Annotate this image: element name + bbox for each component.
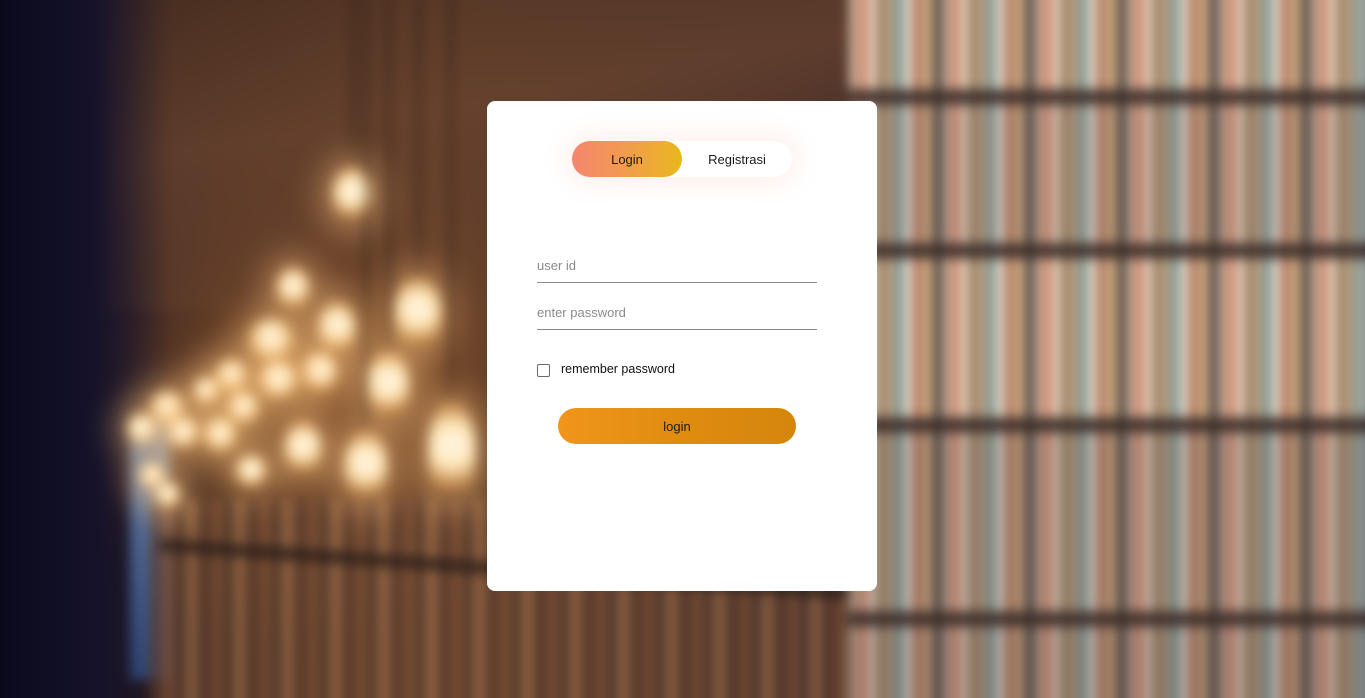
password-input[interactable]	[537, 295, 817, 330]
login-submit-button[interactable]: login	[558, 408, 796, 444]
remember-password-label: remember password	[561, 361, 675, 376]
login-card: Login Registrasi remember password login	[487, 101, 877, 591]
tab-login[interactable]: Login	[572, 141, 682, 177]
tab-registrasi[interactable]: Registrasi	[682, 141, 792, 177]
remember-password-row: remember password	[537, 360, 675, 377]
login-page: Login Registrasi remember password login	[0, 0, 1365, 698]
remember-password-checkbox[interactable]	[537, 364, 550, 377]
user-id-input[interactable]	[537, 248, 817, 283]
auth-tab-toggle: Login Registrasi	[572, 141, 792, 177]
